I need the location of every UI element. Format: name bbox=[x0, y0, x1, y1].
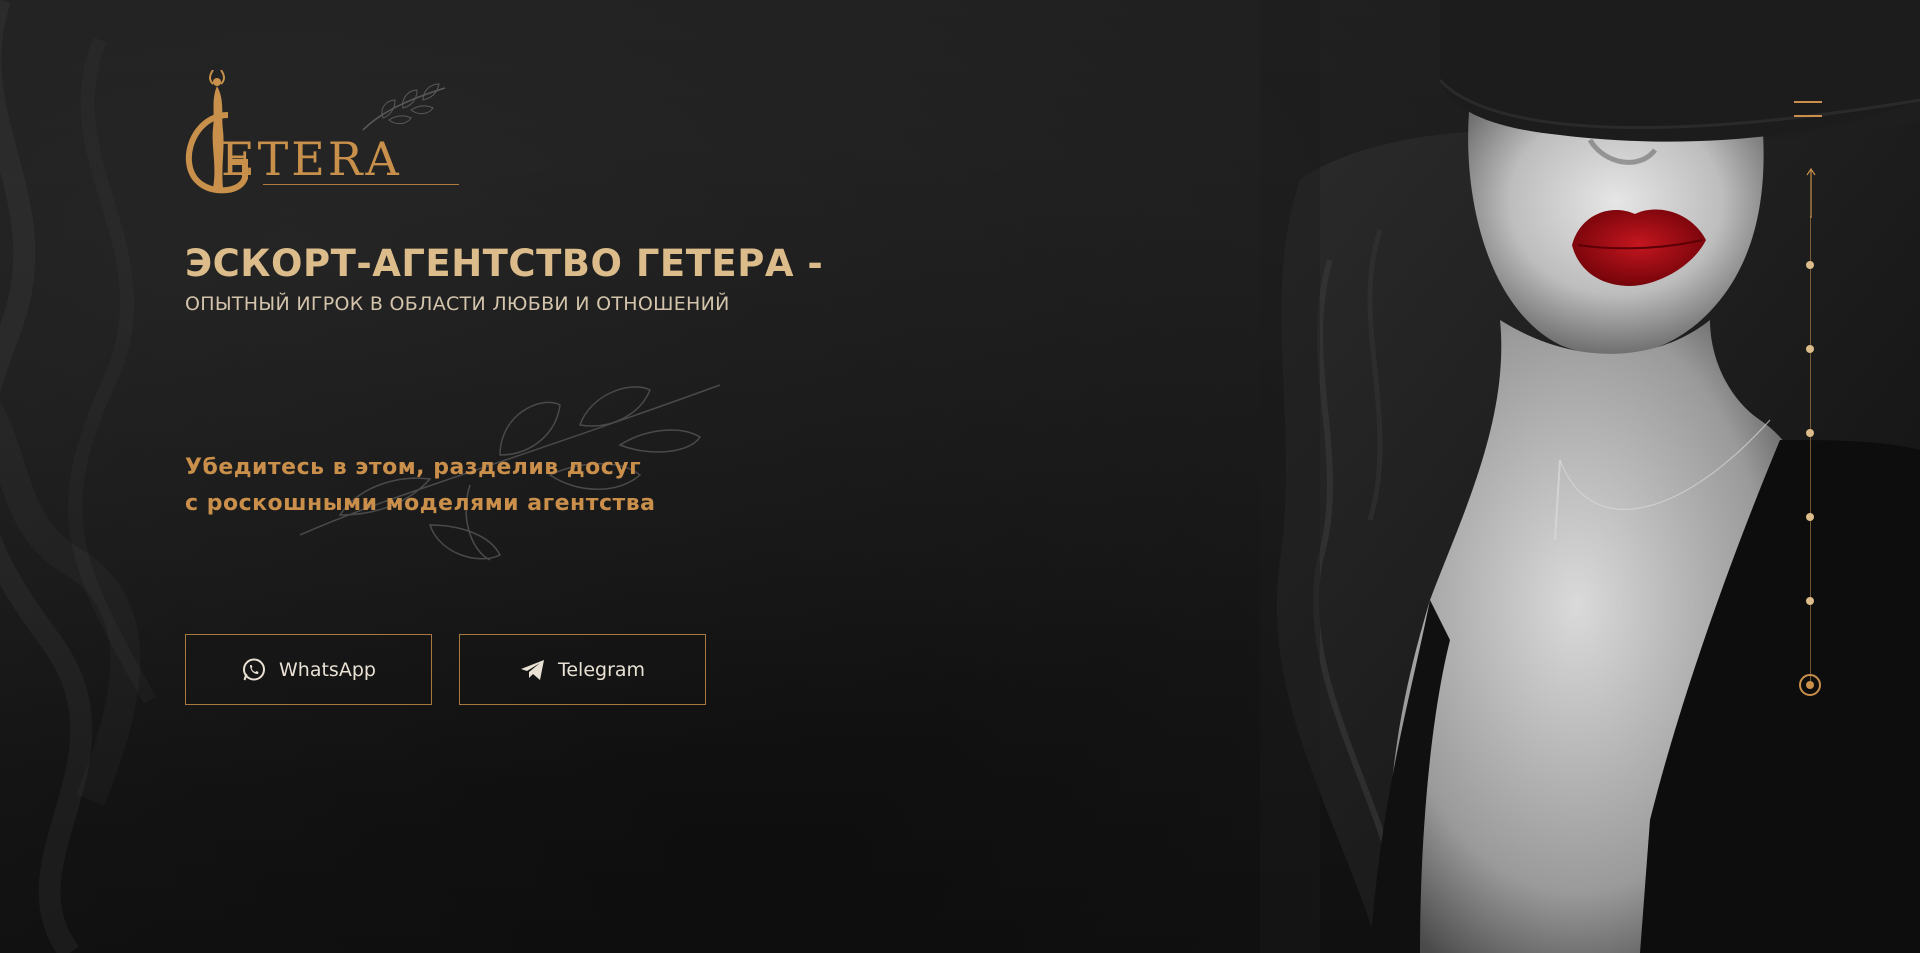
hamburger-icon[interactable] bbox=[1794, 100, 1822, 120]
slide-navigation bbox=[1790, 168, 1830, 708]
menu-bar-top bbox=[1794, 101, 1822, 103]
slide-track bbox=[1810, 216, 1811, 686]
telegram-icon bbox=[520, 659, 544, 680]
slide-dot-6-active[interactable] bbox=[1799, 674, 1821, 696]
logo-wordmark: ETERA bbox=[221, 132, 402, 186]
slide-dot-2[interactable] bbox=[1806, 345, 1814, 353]
brand-logo[interactable]: ETERA bbox=[183, 70, 463, 195]
page-title: ЭСКОРТ-АГЕНТСТВО ГЕТЕРА - bbox=[185, 242, 824, 285]
tagline-line-1: Убедитесь в этом, разделив досуг bbox=[185, 455, 642, 480]
whatsapp-icon bbox=[243, 658, 266, 680]
slide-dot-3[interactable] bbox=[1806, 429, 1814, 437]
slide-dot-5[interactable] bbox=[1806, 597, 1814, 605]
telegram-button[interactable]: Telegram bbox=[459, 634, 706, 705]
slide-dot-1[interactable] bbox=[1806, 261, 1814, 269]
whatsapp-label: WhatsApp bbox=[279, 658, 376, 681]
logo-underline bbox=[263, 184, 459, 185]
arrow-up-icon[interactable] bbox=[1801, 168, 1821, 218]
landing-page: ETERA ЭСКОРТ-АГЕНТСТВО ГЕТЕРА - ОПЫТНЫЙ … bbox=[0, 0, 1920, 953]
tagline-line-2: с роскошными моделями агентства bbox=[185, 491, 656, 516]
whatsapp-button[interactable]: WhatsApp bbox=[185, 634, 432, 705]
tagline: Убедитесь в этом, разделив досуг с роско… bbox=[185, 450, 656, 522]
page-subtitle: ОПЫТНЫЙ ИГРОК В ОБЛАСТИ ЛЮБВИ И ОТНОШЕНИ… bbox=[185, 293, 730, 315]
menu-bar-bottom bbox=[1794, 115, 1822, 117]
slide-dot-4[interactable] bbox=[1806, 513, 1814, 521]
telegram-label: Telegram bbox=[557, 658, 646, 681]
